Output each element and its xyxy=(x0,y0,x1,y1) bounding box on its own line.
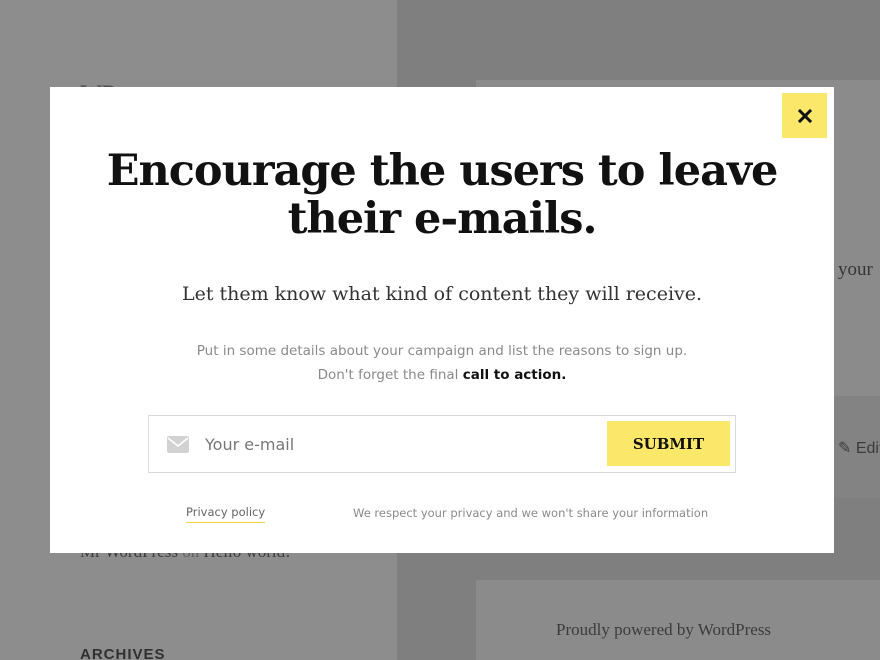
envelope-icon xyxy=(167,436,189,453)
close-button[interactable] xyxy=(782,93,827,138)
edit-label: Edit xyxy=(855,440,880,457)
background-content-text: your xyxy=(838,259,873,280)
privacy-note: We respect your privacy and we won't sha… xyxy=(353,506,709,520)
pencil-icon: ✎ xyxy=(838,440,852,457)
optin-modal: Encourage the users to leave their e-mai… xyxy=(50,87,834,553)
details-line2-prefix: Don't forget the final xyxy=(317,367,463,383)
background-archives-heading: ARCHIVES xyxy=(80,646,166,660)
submit-button[interactable]: SUBMIT xyxy=(607,421,730,466)
email-input[interactable] xyxy=(205,426,595,462)
details-line1: Put in some details about your campaign … xyxy=(196,343,688,359)
background-edit-link: ✎ Edit xyxy=(838,438,880,458)
headline-line2: their e-mails. xyxy=(287,194,598,244)
call-to-action-text: call to action. xyxy=(462,367,567,383)
modal-headline: Encourage the users to leave their e-mai… xyxy=(50,147,834,243)
email-form: SUBMIT xyxy=(148,415,736,473)
privacy-policy-link[interactable]: Privacy policy xyxy=(186,505,266,523)
modal-subhead: Let them know what kind of content they … xyxy=(181,283,703,305)
modal-details: Put in some details about your campaign … xyxy=(50,339,834,387)
close-icon xyxy=(797,108,812,123)
background-footer-text: Proudly powered by WordPress xyxy=(556,620,772,639)
headline-bold: to leave xyxy=(597,146,778,196)
headline-normal: Encourage the users xyxy=(106,146,598,196)
